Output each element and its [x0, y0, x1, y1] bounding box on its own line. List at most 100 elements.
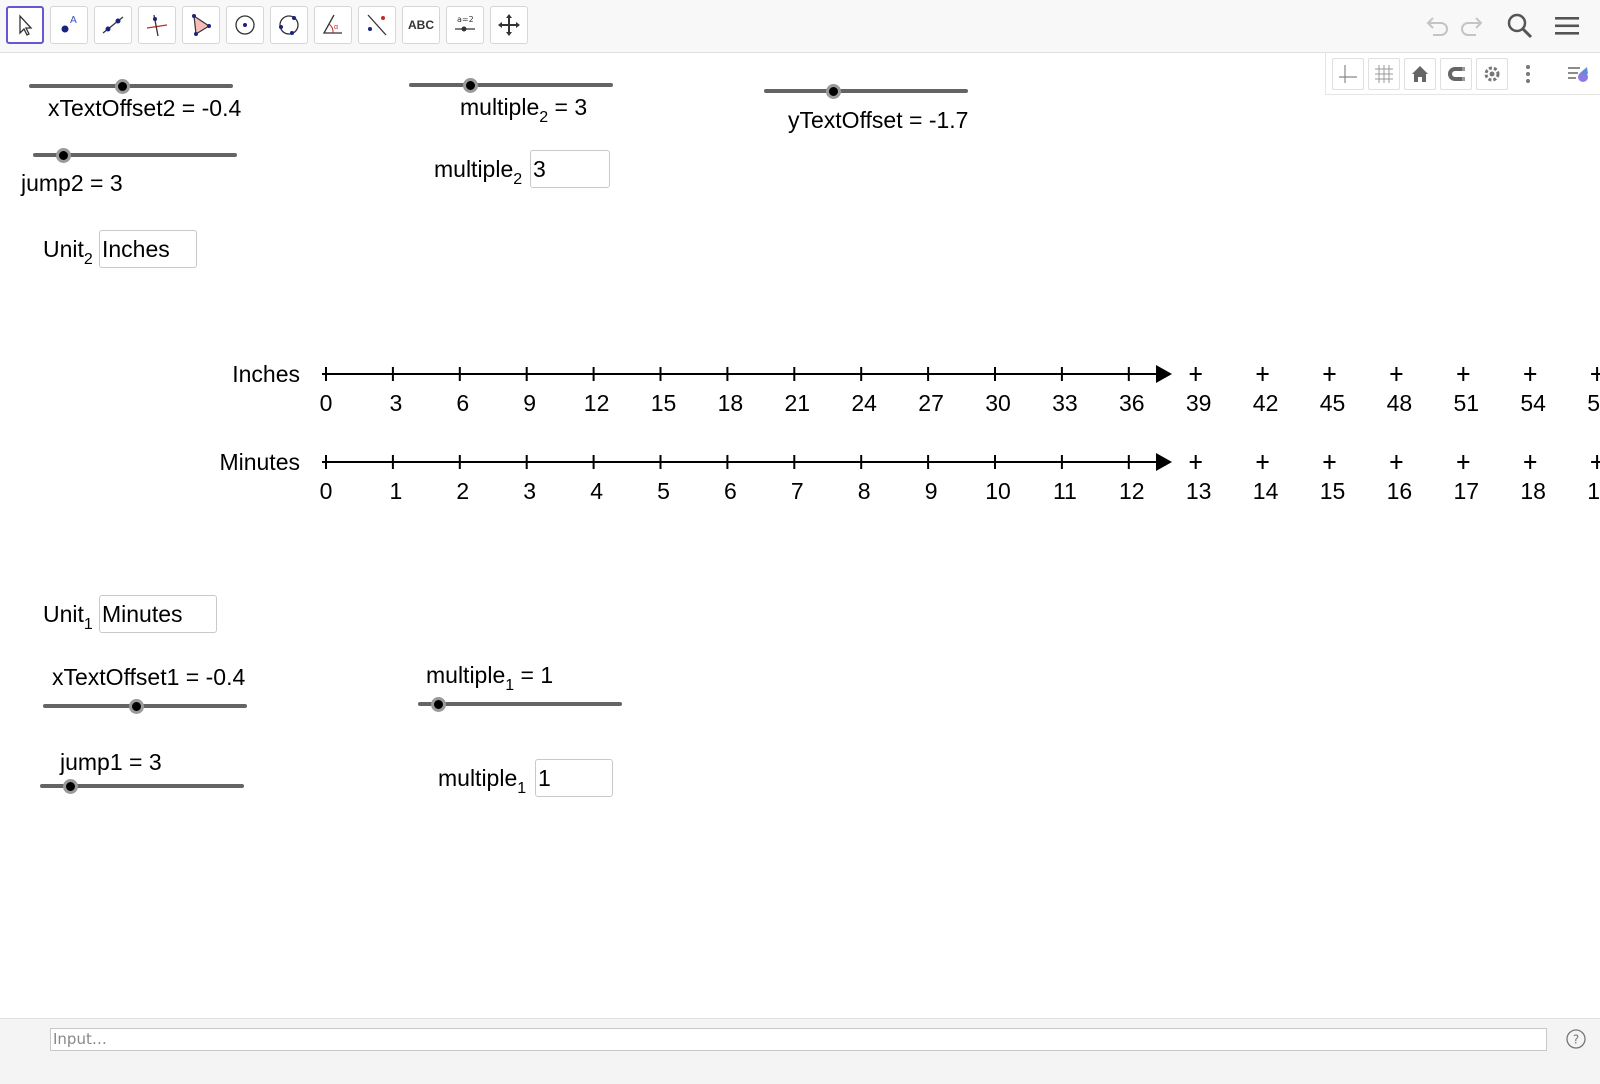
number-line-inches: Inches0 3 6 9 12 15 18 21 24 27 30 33 36 39 42 45 48 51 54… [232, 361, 1600, 416]
tick-label: 3 [390, 390, 403, 416]
input-unit1-caption-sub: 1 [83, 616, 93, 633]
input-multiple1-field[interactable]: 1 [535, 759, 613, 797]
tick-label: 10 [985, 478, 1011, 504]
slider-xtextoffset2[interactable] [29, 84, 233, 88]
slider-multiple1-knob[interactable] [430, 696, 446, 712]
slider-xtextoffset2-label: xTextOffset2 = -0.4 [48, 95, 242, 121]
tick-label: 14 [1253, 478, 1279, 504]
undo-button[interactable] [1418, 8, 1454, 44]
tick-label: 51 [1454, 390, 1480, 416]
number-line-label: Minutes [219, 449, 300, 475]
input-unit1-field[interactable]: Minutes [99, 595, 217, 633]
circle-three-points-tool-button[interactable] [270, 6, 308, 44]
tick-label: 4 [590, 478, 603, 504]
slider-xtextoffset1-label: xTextOffset1 = -0.4 [52, 664, 246, 690]
svg-text:A: A [70, 15, 77, 26]
tick-label: 45 [1320, 390, 1346, 416]
line-tool-button[interactable] [94, 6, 132, 44]
tick-label: 18 [1520, 478, 1546, 504]
tick-label: 5 [657, 478, 670, 504]
more-options-button[interactable] [1512, 58, 1544, 90]
tick-label: 3 [523, 478, 536, 504]
number-line-arrowhead [1156, 453, 1172, 471]
tick-label: 33 [1052, 390, 1078, 416]
input-multiple2-field[interactable]: 3 [530, 150, 610, 188]
angle-tool-button[interactable]: α [314, 6, 352, 44]
tick-label: 6 [456, 390, 469, 416]
tick-label: 0 [320, 478, 333, 504]
polygon-icon [192, 14, 211, 36]
slider-xtextoffset2-knob[interactable] [115, 78, 131, 94]
show-grid-button[interactable] [1368, 58, 1400, 90]
circle-center-tool-button[interactable] [226, 6, 264, 44]
slider-icon: a=2 [455, 15, 475, 32]
cursor-arrow-icon [19, 14, 33, 36]
magnet-icon [1448, 67, 1465, 81]
line-icon [102, 16, 124, 34]
slider-ytextoffset-label: yTextOffset = -1.7 [788, 107, 969, 133]
help-icon[interactable]: ? [1565, 1028, 1587, 1050]
polygon-tool-button[interactable] [182, 6, 220, 44]
slider-multiple2[interactable] [409, 83, 613, 87]
point-capturing-button[interactable] [1440, 58, 1472, 90]
algebra-input-field[interactable]: Input… [50, 1028, 1547, 1051]
redo-icon [1461, 17, 1483, 36]
tick-label: 42 [1253, 390, 1279, 416]
slider-tool-button[interactable]: a=2 [446, 6, 484, 44]
axes-icon [1339, 65, 1357, 83]
slider-multiple1[interactable] [418, 702, 622, 706]
main-menu-button[interactable] [1549, 8, 1585, 44]
slider-multiple2-value: = 3 [548, 94, 588, 120]
menu-icon [1555, 17, 1579, 35]
slider-jump2-knob[interactable] [56, 147, 72, 163]
tick-label: 11 [1053, 478, 1077, 504]
slider-ytextoffset[interactable] [764, 89, 968, 93]
svg-text:α: α [334, 24, 338, 31]
slider-multiple2-knob[interactable] [462, 77, 478, 93]
number-line-arrowhead [1156, 365, 1172, 383]
number-lines-graphic: Inches0 3 6 9 12 15 18 21 24 27 30 33 36 39 42 45 48 51 54… [219, 361, 1600, 504]
main-toolbar: A α ABC a=2 [0, 0, 1600, 53]
slider-ytextoffset-knob[interactable] [825, 83, 841, 99]
algebra-input-bar: Input… ? [0, 1018, 1600, 1084]
slider-xtextoffset1[interactable] [43, 704, 247, 708]
tick-label: 54 [1520, 390, 1546, 416]
tick-label: 8 [858, 478, 871, 504]
slider-multiple1-value: = 1 [514, 662, 554, 688]
slider-multiple2-name: multiple [460, 94, 540, 120]
tick-label: 18 [718, 390, 744, 416]
number-line-label: Inches [232, 361, 300, 387]
tick-label: 15 [651, 390, 677, 416]
move-graphics-view-tool-button[interactable] [490, 6, 528, 44]
slider-multiple1-subscript: 1 [505, 677, 515, 694]
show-axes-button[interactable] [1332, 58, 1364, 90]
text-tool-button[interactable]: ABC [402, 6, 440, 44]
tick-label: 2 [456, 478, 469, 504]
tick-label: 24 [851, 390, 877, 416]
input-unit2-field[interactable]: Inches [99, 230, 197, 268]
slider-xtextoffset1-knob[interactable] [129, 698, 145, 714]
graphics-settings-button[interactable] [1476, 58, 1508, 90]
toggle-style-bar-button[interactable] [1562, 58, 1594, 90]
tick-label: 12 [584, 390, 610, 416]
tick-label: 1 [390, 478, 403, 504]
tick-label: 57 [1587, 390, 1600, 416]
svg-text:?: ? [1573, 1033, 1579, 1047]
point-tool-button[interactable]: A [50, 6, 88, 44]
perpendicular-tool-button[interactable] [138, 6, 176, 44]
input-multiple1-caption-text: multiple [438, 765, 518, 791]
move-tool-button[interactable] [6, 6, 44, 44]
search-button[interactable] [1502, 8, 1538, 44]
slider-jump2-label: jump2 = 3 [21, 170, 123, 196]
tick-label: 12 [1119, 478, 1145, 504]
undo-icon [1426, 17, 1448, 36]
tick-label: 48 [1387, 390, 1413, 416]
reflect-tool-button[interactable] [358, 6, 396, 44]
more-icon [1526, 65, 1530, 83]
slider-jump1-knob[interactable] [63, 778, 79, 794]
slider-jump1-label: jump1 = 3 [60, 749, 162, 775]
redo-button[interactable] [1455, 8, 1491, 44]
tick-label: 30 [985, 390, 1011, 416]
standard-view-button[interactable] [1404, 58, 1436, 90]
point-icon: A [61, 15, 77, 33]
